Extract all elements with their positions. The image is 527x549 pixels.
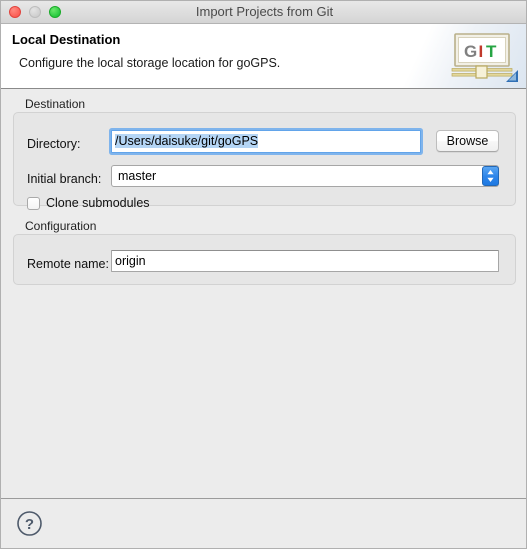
- help-button-icon[interactable]: ?: [16, 510, 43, 537]
- svg-text:?: ?: [25, 516, 34, 533]
- import-projects-from-git-window: Import Projects from Git Local Destinati…: [0, 0, 527, 549]
- page-title: Local Destination: [12, 32, 121, 47]
- browse-button[interactable]: Browse: [436, 130, 499, 152]
- svg-text:G: G: [464, 42, 477, 61]
- window-titlebar: Import Projects from Git: [1, 1, 526, 24]
- clone-submodules-checkbox[interactable]: [27, 197, 40, 210]
- remote-name-input[interactable]: origin: [111, 250, 499, 272]
- wizard-body: Destination Directory: /Users/daisuke/gi…: [1, 89, 526, 498]
- remote-name-label: Remote name:: [27, 257, 109, 271]
- directory-input-value: /Users/daisuke/git/goGPS: [115, 134, 259, 148]
- page-subtitle: Configure the local storage location for…: [19, 56, 281, 70]
- clone-submodules-label: Clone submodules: [46, 196, 150, 210]
- destination-group-box: [13, 112, 516, 206]
- initial-branch-combobox[interactable]: master: [111, 165, 499, 187]
- git-banner-logo-icon: G I T: [451, 33, 518, 82]
- wizard-header: Local Destination Configure the local st…: [1, 24, 526, 89]
- directory-label: Directory:: [27, 137, 81, 151]
- destination-group-label: Destination: [25, 97, 86, 111]
- svg-text:T: T: [486, 42, 497, 61]
- initial-branch-value: master: [118, 169, 157, 183]
- wizard-footer: ? < Back Next > Cancel Finish: [1, 498, 526, 548]
- directory-input[interactable]: /Users/daisuke/git/goGPS: [109, 128, 423, 155]
- window-title: Import Projects from Git: [195, 4, 334, 19]
- initial-branch-label: Initial branch:: [27, 172, 102, 186]
- configuration-group-label: Configuration: [25, 219, 97, 233]
- remote-name-value: origin: [115, 254, 146, 268]
- chevron-up-down-icon: [487, 170, 494, 182]
- svg-text:I: I: [479, 42, 484, 61]
- initial-branch-stepper[interactable]: [482, 166, 499, 186]
